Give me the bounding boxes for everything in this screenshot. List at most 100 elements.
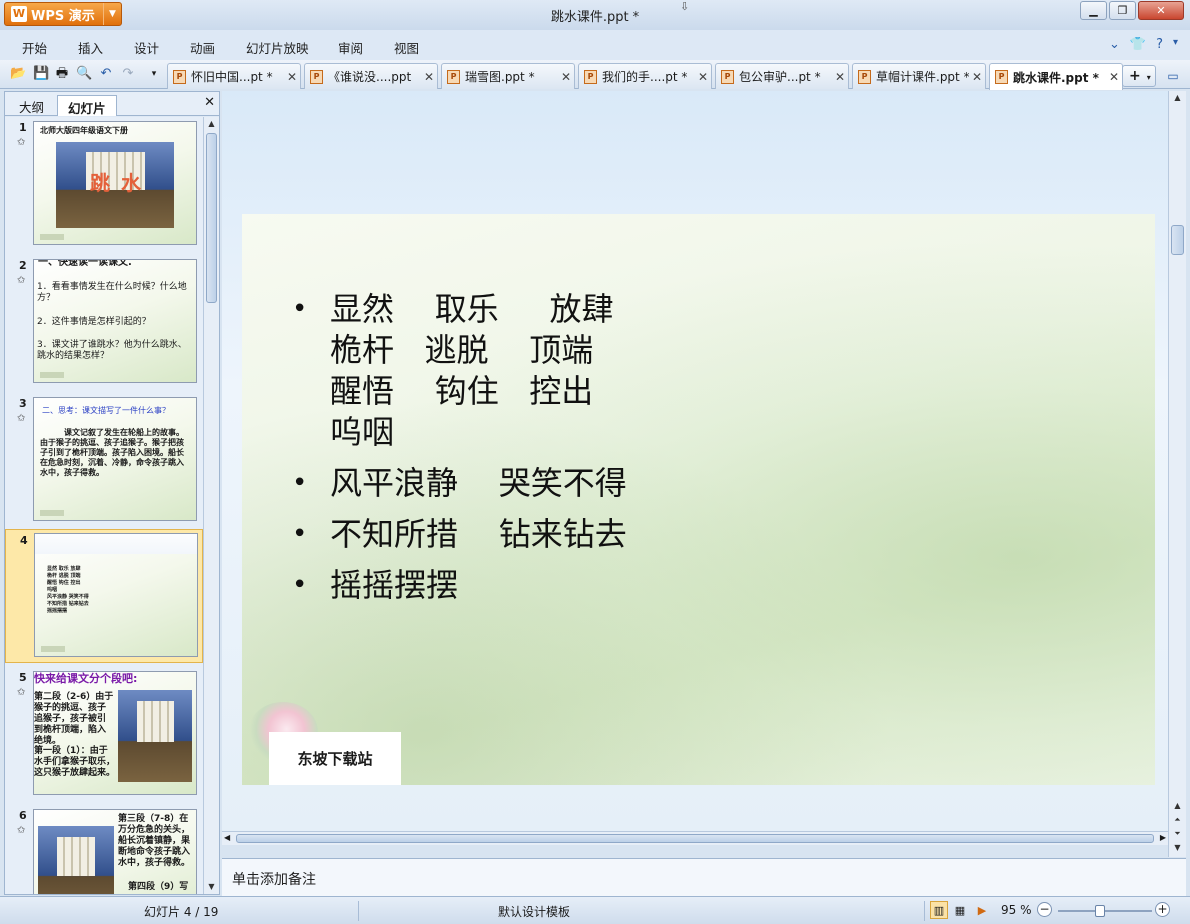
close-icon[interactable]: ✕ [1106, 70, 1122, 84]
doc-tab-6[interactable]: P 草帽计课件.ppt * ✕ [852, 63, 986, 89]
next-slide-icon[interactable]: ⏷ [1169, 827, 1186, 841]
close-icon[interactable]: ✕ [832, 70, 848, 84]
doc-tab-7-active[interactable]: P 跳水课件.ppt * ✕ [989, 63, 1123, 90]
menu-animation[interactable]: 动画 [190, 38, 215, 57]
divider [358, 901, 359, 921]
doc-tab-2[interactable]: P 《谁说没....ppt ✕ [304, 63, 438, 89]
animation-star-icon: ✩ [17, 413, 26, 424]
thumb-text: 桅杆 逃脱 顶端 [47, 573, 81, 579]
previous-slide-icon[interactable]: ⏶ [1169, 813, 1186, 827]
redo-icon[interactable]: ↷ [120, 66, 136, 82]
restore-button[interactable]: ❐ [1109, 1, 1136, 20]
bullet-line: 显然 取乐 放肆 [330, 290, 614, 328]
minimize-button[interactable]: ▁ [1080, 1, 1107, 20]
scroll-down-icon[interactable]: ▼ [204, 880, 219, 894]
close-icon[interactable]: ✕ [421, 70, 437, 84]
zoom-slider-handle[interactable] [1095, 905, 1106, 917]
slide-thumbnail-5[interactable]: 5 ✩ 快来给课文分个段吧: 第二段（2-6）由于猴子的挑逗、孩子追猴子，孩子被… [5, 667, 203, 801]
normal-view-icon[interactable]: ▥ [930, 901, 948, 919]
doc-tab-3[interactable]: P 瑞雪图.ppt * ✕ [441, 63, 575, 89]
slide-editing-area[interactable]: 显然 取乐 放肆 桅杆 逃脱 顶端 醒悟 钩住 控出 呜咽 风平浪静 哭笑不得 … [222, 91, 1168, 831]
save-icon[interactable]: 💾 [33, 66, 49, 82]
thumbnails-scrollbar[interactable]: ▲ ▼ [203, 117, 219, 894]
thumb-text: 第四段（9）写 [128, 882, 189, 892]
thumb-footer [40, 510, 64, 516]
scroll-thumb[interactable] [1171, 225, 1184, 255]
slide-thumbnail-3[interactable]: 3 ✩ 二、思考：课文描写了一件什么事？ 课文记叙了发生在轮船上的故事。由于猴子… [5, 393, 203, 527]
zoom-in-icon[interactable]: + [1155, 902, 1170, 917]
slide-thumbnail-6[interactable]: 6 ✩ 第三段（7-8）在万分危急的关头，船长沉着镇静，果断地命令孩子跳入水中，… [5, 805, 203, 894]
close-icon[interactable]: ✕ [969, 70, 985, 84]
menu-design[interactable]: 设计 [134, 38, 159, 57]
design-template[interactable]: 默认设计模板 [498, 903, 570, 920]
notes-placeholder[interactable]: 单击添加备注 [232, 869, 316, 889]
collapse-ribbon-icon[interactable]: ⌄ [1109, 37, 1120, 52]
scroll-up-icon[interactable]: ▲ [204, 117, 219, 131]
slide-thumbnail-1[interactable]: 1 ✩ 北师大版四年级语文下册 跳 水 [5, 117, 203, 251]
close-icon[interactable]: ✕ [204, 95, 215, 110]
slide-thumbnail-2[interactable]: 2 ✩ 一、快速读一读课文. 1．看看事情发生在什么时候？什么地方？ 2．这件事… [5, 255, 203, 389]
status-bar: 幻灯片 4 / 19 默认设计模板 ▥ ▦ ▶ 95 % − + [0, 896, 1190, 924]
slide-thumbnail-4-selected[interactable]: 4 显然 取乐 放肆 桅杆 逃脱 顶端 醒悟 钩住 控出 呜咽 风平浪静 哭笑不… [5, 529, 203, 663]
undo-icon[interactable]: ↶ [98, 66, 114, 82]
tab-outline[interactable]: 大纲 [9, 95, 54, 116]
tab-list-icon[interactable]: ▭ [1162, 65, 1184, 87]
new-tab-button[interactable]: + ▾ [1122, 65, 1156, 87]
workspace-scrollbar[interactable]: ▲ ▲ ⏶ ⏷ ▼ [1168, 91, 1186, 857]
slide-number: 6 [19, 809, 27, 822]
ppt-file-icon: P [721, 69, 734, 84]
slide-position: 幻灯片 4 / 19 [144, 905, 219, 919]
scroll-thumb[interactable] [236, 834, 1154, 843]
doc-tab-label: 《谁说没....ppt [328, 70, 412, 84]
close-button[interactable]: ✕ [1138, 1, 1184, 20]
doc-tab-label: 我们的手....pt * [602, 70, 688, 84]
pin-icon[interactable]: ⇩ [680, 0, 689, 13]
open-folder-icon[interactable]: 📂 [10, 66, 26, 82]
menu-insert[interactable]: 插入 [78, 38, 103, 57]
scroll-thumb[interactable] [206, 133, 217, 303]
thumb-top-band [35, 534, 197, 554]
animation-star-icon: ✩ [17, 275, 26, 286]
close-icon[interactable]: ✕ [558, 70, 574, 84]
menu-home[interactable]: 开始 [22, 38, 47, 57]
doc-tab-1[interactable]: P 怀旧中国...pt * ✕ [167, 63, 301, 89]
scroll-right-icon[interactable]: ▶ [1160, 833, 1166, 842]
slideshow-view-icon[interactable]: ▶ [973, 901, 991, 919]
menu-review[interactable]: 审阅 [338, 38, 363, 57]
scroll-down-icon[interactable]: ▼ [1169, 841, 1186, 855]
thumb-title: 跳 水 [90, 171, 143, 195]
thumb-text: 第一段（1）：由于水手们拿猴子取乐，这只猴子放肆起来。 [34, 746, 116, 778]
scroll-left-icon[interactable]: ◀ [224, 833, 230, 842]
skin-icon[interactable]: 👕 [1130, 37, 1146, 52]
bullet-list[interactable]: 显然 取乐 放肆 桅杆 逃脱 顶端 醒悟 钩住 控出 呜咽 风平浪静 哭笑不得 … [292, 289, 627, 606]
bullet-item-1: 显然 取乐 放肆 桅杆 逃脱 顶端 醒悟 钩住 控出 呜咽 [292, 289, 627, 453]
slide-sorter-icon[interactable]: ▦ [951, 901, 969, 919]
notes-pane[interactable]: 单击添加备注 [222, 858, 1186, 896]
zoom-level[interactable]: 95 % [1001, 903, 1032, 917]
menu-view[interactable]: 视图 [394, 38, 419, 57]
chevron-down-icon[interactable]: ▾ [1173, 37, 1178, 52]
menu-slideshow[interactable]: 幻灯片放映 [246, 38, 309, 57]
print-preview-icon[interactable]: 🔍 [76, 66, 92, 82]
doc-tab-4[interactable]: P 我们的手....pt * ✕ [578, 63, 712, 89]
scroll-up-icon[interactable]: ▲ [1169, 91, 1186, 105]
thumb-text: 二、思考：课文描写了一件什么事？ [42, 406, 170, 415]
close-icon[interactable]: ✕ [284, 70, 300, 84]
help-icon[interactable]: ? [1156, 37, 1163, 52]
print-icon[interactable]: 🖶 [54, 66, 70, 82]
tab-slides[interactable]: 幻灯片 [57, 95, 117, 116]
customize-toolbar-icon[interactable]: ▾ [146, 66, 162, 82]
horizontal-scrollbar[interactable]: ◀ ▶ [222, 831, 1168, 845]
doc-tab-5[interactable]: P 包公审驴...pt * ✕ [715, 63, 849, 89]
ppt-file-icon: P [584, 69, 597, 84]
thumb-text: 摇摇摆摆 [47, 608, 68, 614]
close-icon[interactable]: ✕ [695, 70, 711, 84]
bullet-line: 桅杆 逃脱 顶端 [330, 331, 594, 369]
doc-tab-label: 跳水课件.ppt * [1013, 70, 1099, 85]
zoom-slider[interactable] [1058, 905, 1152, 917]
scroll-up-icon[interactable]: ▲ [1169, 799, 1186, 813]
bullet-line: 不知所措 钻来钻去 [330, 515, 627, 553]
current-slide[interactable]: 显然 取乐 放肆 桅杆 逃脱 顶端 醒悟 钩住 控出 呜咽 风平浪静 哭笑不得 … [242, 214, 1155, 785]
bullet-line: 摇摇摆摆 [330, 566, 459, 604]
zoom-out-icon[interactable]: − [1037, 902, 1052, 917]
